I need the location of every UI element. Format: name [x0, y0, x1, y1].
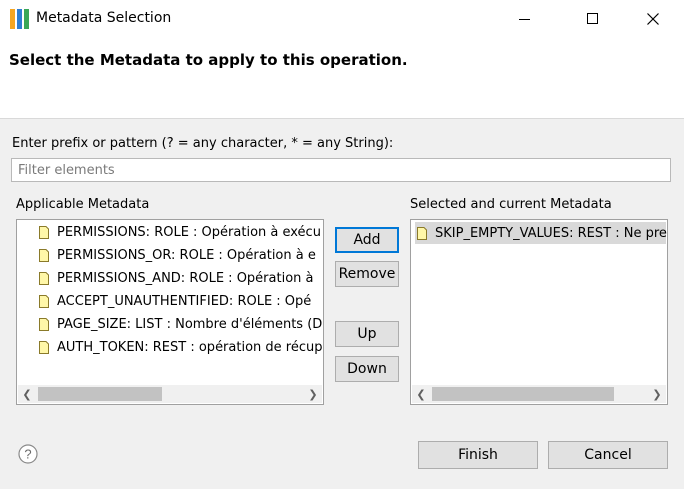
down-button[interactable]: Down [335, 356, 399, 382]
scroll-left-icon[interactable]: ❮ [412, 385, 430, 403]
applicable-metadata-list[interactable]: PERMISSIONS: ROLE : Opération à exécu PE… [16, 219, 324, 405]
scroll-right-icon[interactable]: ❯ [304, 385, 322, 403]
filter-label: Enter prefix or pattern (? = any charact… [12, 136, 394, 151]
list-item[interactable]: PERMISSIONS: ROLE : Opération à exécu [39, 221, 321, 243]
maximize-button[interactable] [570, 0, 616, 38]
dialog-message: Select the Metadata to apply to this ope… [9, 51, 408, 69]
list-item[interactable]: ACCEPT_UNAUTHENTIFIED: ROLE : Opé [39, 290, 311, 312]
close-icon [647, 13, 659, 25]
maximize-icon [587, 13, 598, 24]
list-item-label: PERMISSIONS_OR: ROLE : Opération à e [57, 247, 316, 263]
scroll-thumb[interactable] [432, 387, 614, 401]
document-icon [39, 294, 49, 308]
up-button[interactable]: Up [335, 321, 399, 347]
app-icon [10, 9, 30, 29]
filter-input[interactable] [11, 158, 671, 182]
list-item[interactable]: PERMISSIONS_AND: ROLE : Opération à [39, 267, 313, 289]
document-icon [39, 271, 49, 285]
window-title: Metadata Selection [36, 10, 172, 26]
document-icon [39, 248, 49, 262]
minimize-button[interactable] [502, 0, 548, 38]
list-item-label: SKIP_EMPTY_VALUES: REST : Ne pre [435, 225, 667, 241]
svg-text:?: ? [24, 447, 31, 462]
list-item-label: PAGE_SIZE: LIST : Nombre d'éléments (D [57, 316, 323, 332]
document-icon [39, 317, 49, 331]
document-icon [39, 225, 49, 239]
list-item[interactable]: PERMISSIONS_OR: ROLE : Opération à e [39, 244, 316, 266]
scroll-left-icon[interactable]: ❮ [18, 385, 36, 403]
list-item-label: ACCEPT_UNAUTHENTIFIED: ROLE : Opé [57, 293, 312, 309]
scroll-right-icon[interactable]: ❯ [648, 385, 666, 403]
list-item[interactable]: SKIP_EMPTY_VALUES: REST : Ne pre [415, 222, 667, 244]
close-button[interactable] [630, 0, 676, 38]
list-item-label: PERMISSIONS: ROLE : Opération à exécu [57, 224, 321, 240]
document-icon [39, 340, 49, 354]
list-item[interactable]: PAGE_SIZE: LIST : Nombre d'éléments (D [39, 313, 322, 335]
help-icon[interactable]: ? [18, 444, 38, 464]
list-item[interactable]: AUTH_TOKEN: REST : opération de récup [39, 336, 322, 358]
add-button[interactable]: Add [335, 227, 399, 253]
finish-button[interactable]: Finish [418, 441, 538, 469]
document-icon [417, 226, 427, 240]
horizontal-scrollbar[interactable]: ❮ ❯ [412, 385, 666, 403]
list-item-label: AUTH_TOKEN: REST : opération de récup [57, 339, 323, 355]
scroll-thumb[interactable] [38, 387, 162, 401]
selected-metadata-label: Selected and current Metadata [410, 197, 612, 212]
cancel-button[interactable]: Cancel [548, 441, 668, 469]
applicable-metadata-label: Applicable Metadata [16, 197, 150, 212]
minimize-icon [519, 19, 530, 20]
selected-metadata-list[interactable]: SKIP_EMPTY_VALUES: REST : Ne pre ❮ ❯ [410, 219, 668, 405]
list-item-label: PERMISSIONS_AND: ROLE : Opération à [57, 270, 314, 286]
horizontal-scrollbar[interactable]: ❮ ❯ [18, 385, 322, 403]
remove-button[interactable]: Remove [335, 261, 399, 287]
